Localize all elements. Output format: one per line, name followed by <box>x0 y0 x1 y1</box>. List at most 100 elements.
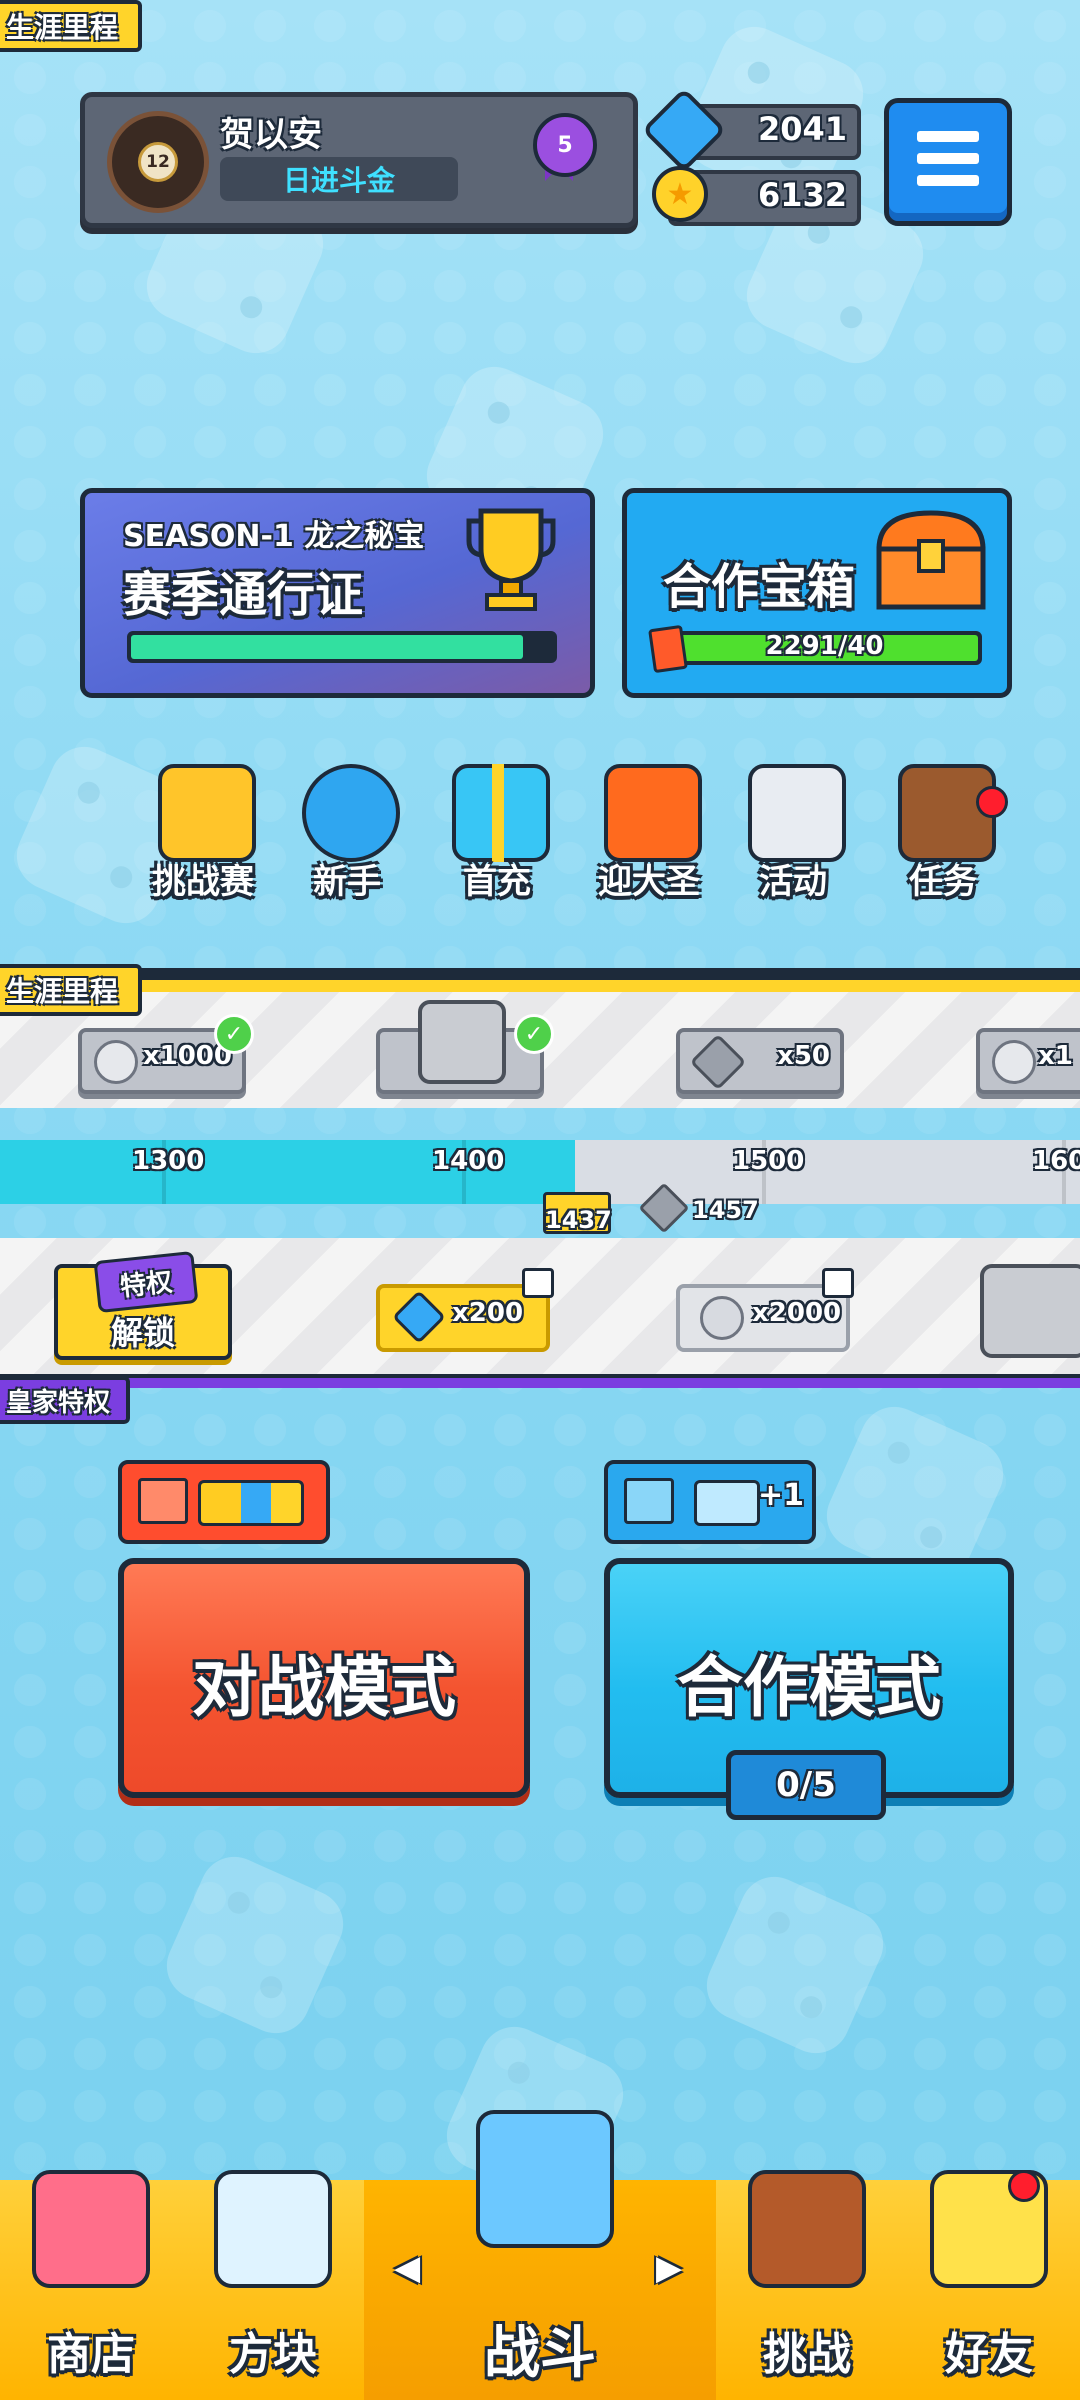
shortcut-label: 任务 <box>909 862 977 902</box>
career-reward-stars-next[interactable]: x1 <box>976 1028 1080 1094</box>
video-ad-icon <box>138 1478 188 1524</box>
royal-reward-stars[interactable]: x2000 <box>676 1268 854 1352</box>
unlock-royal-button[interactable]: 特权 解锁 <box>54 1250 232 1360</box>
track-mark: 1500 <box>732 1146 805 1176</box>
track-mark: 1300 <box>132 1146 205 1176</box>
coop-chest-card[interactable]: 合作宝箱 2291/40 <box>622 488 1012 698</box>
track-mark: 1400 <box>432 1146 505 1176</box>
notification-dot <box>1008 2170 1040 2202</box>
star-token-icon <box>94 1040 138 1084</box>
nav-label-challenge: 挑战 <box>763 2329 851 2380</box>
career-reward-gems[interactable]: x50 <box>676 1028 844 1094</box>
star-token-icon <box>700 1296 744 1340</box>
notice-board-icon <box>748 764 846 862</box>
coin-count: 6132 <box>757 176 847 214</box>
gem-icon <box>392 1290 446 1344</box>
shortcut-label: 活动 <box>759 862 827 902</box>
reward-amount: x50 <box>777 1041 830 1071</box>
reward-amount: x1 <box>1038 1041 1073 1071</box>
shortcut-label: 首充 <box>463 862 531 902</box>
shortcut-label: 迎大圣 <box>598 862 700 902</box>
card-icon <box>648 624 688 674</box>
season-progress-fill <box>131 635 524 659</box>
coop-mode-progress: 0/5 <box>726 1750 886 1820</box>
nav-label-shop: 商店 <box>47 2329 135 2380</box>
nav-label-battle: 战斗 <box>484 2321 596 2386</box>
season-pass-title: 赛季通行证 <box>123 567 364 623</box>
golden-trophy-icon <box>466 508 556 611</box>
career-score-track: 1300 1400 1500 160 <box>0 1140 1080 1204</box>
shop-stall-icon <box>32 2170 150 2288</box>
battle-mode-bonus-tag <box>118 1460 330 1544</box>
royal-reward-gems[interactable]: x200 <box>376 1268 554 1352</box>
player-level-badge: 12 <box>138 142 178 182</box>
coin-icon: ★ <box>652 166 708 222</box>
challenge-board-icon <box>748 2170 866 2288</box>
menu-line <box>917 131 979 142</box>
current-score: 1437 <box>545 1206 612 1234</box>
shortcut-first-recharge[interactable]: 首充 <box>438 764 556 904</box>
privilege-ticket-badge: 特权 <box>93 1250 199 1314</box>
nav-label-friends: 好友 <box>945 2329 1033 2380</box>
career-band-accent <box>0 980 1080 992</box>
career-band-top <box>0 968 1080 980</box>
shortcut-challenge-cup[interactable]: 挑战赛 <box>144 764 262 904</box>
career-milestone-label: 生涯里程 <box>0 0 143 52</box>
reward-amount: x2000 <box>752 1298 842 1328</box>
player-name: 贺以安 <box>220 115 322 155</box>
silver-chest-icon <box>418 1000 506 1084</box>
menu-line <box>917 153 979 164</box>
player-profile-card[interactable]: 12 贺以安 日进斗金 5 <box>80 92 638 228</box>
battle-mode-label: 对战模式 <box>192 1649 456 1726</box>
shortcut-label: 新手 <box>313 862 381 902</box>
trophy-blocks-icon <box>158 764 256 862</box>
shortcut-label: 挑战赛 <box>152 862 254 902</box>
royal-band <box>0 1374 1080 1388</box>
nav-label-cubes: 方块 <box>229 2329 317 2380</box>
gift-ribbon <box>492 764 504 862</box>
video-ad-icon <box>624 1478 674 1524</box>
treasure-chest-icon <box>876 510 986 610</box>
nav-prev-arrow-icon[interactable]: ◀ <box>394 2248 420 2288</box>
notification-dot <box>976 786 1008 818</box>
shortcut-quests[interactable]: 任务 <box>884 764 1008 904</box>
menu-button[interactable] <box>884 98 1012 226</box>
avatar[interactable]: 12 <box>107 111 209 213</box>
season-progress-bar <box>127 631 557 663</box>
shortcut-monkey-king[interactable]: 迎大圣 <box>590 764 708 904</box>
flame-lantern-icon <box>604 764 702 862</box>
lock-icon <box>822 1268 854 1298</box>
stopwatch-icon <box>302 764 400 862</box>
coop-mode-bonus-tag: +1 <box>604 1460 816 1544</box>
reward-boost-icon <box>198 1480 304 1526</box>
gem-gray-icon <box>689 1033 747 1091</box>
lock-icon <box>522 1268 554 1298</box>
mystery-cube-icon <box>214 2170 332 2288</box>
next-score: 1457 <box>692 1196 759 1224</box>
season-label: SEASON-1 龙之秘宝 <box>123 519 425 554</box>
claimed-check-icon: ✓ <box>214 1014 254 1054</box>
coop-chest-progress-text: 2291/40 <box>765 631 884 661</box>
royal-privilege-label: 皇家特权 <box>0 1376 131 1424</box>
ticket-icon <box>694 1480 760 1526</box>
sword-shield-icon <box>476 2110 614 2248</box>
gem-count: 2041 <box>757 110 847 148</box>
unlock-label: 解锁 <box>110 1314 175 1352</box>
season-pass-card[interactable]: SEASON-1 龙之秘宝 赛季通行证 <box>80 488 595 698</box>
shortcut-newbie[interactable]: 新手 <box>288 764 406 904</box>
reward-amount: x200 <box>452 1298 524 1328</box>
shortcut-events[interactable]: 活动 <box>734 764 852 904</box>
battle-mode-button[interactable]: 对战模式 <box>118 1558 530 1798</box>
coop-chest-title: 合作宝箱 <box>663 559 856 615</box>
menu-line <box>917 175 979 186</box>
star-token-icon <box>992 1040 1036 1084</box>
track-mark: 160 <box>1032 1146 1080 1176</box>
royal-reward-chest[interactable] <box>980 1264 1080 1358</box>
coop-mode-label: 合作模式 <box>677 1649 941 1726</box>
player-title: 日进斗金 <box>220 157 458 201</box>
nav-next-arrow-icon[interactable]: ▶ <box>656 2248 682 2288</box>
career-milestone-panel[interactable]: x1000 ✓ ✓ x50 x1 1300 1400 1500 160 特权 解… <box>0 968 1080 1388</box>
career-milestone-label: 生涯里程 <box>0 964 143 1016</box>
coop-chest-progress-bar: 2291/40 <box>667 631 982 665</box>
rank-medal-icon: 5 <box>533 113 597 177</box>
